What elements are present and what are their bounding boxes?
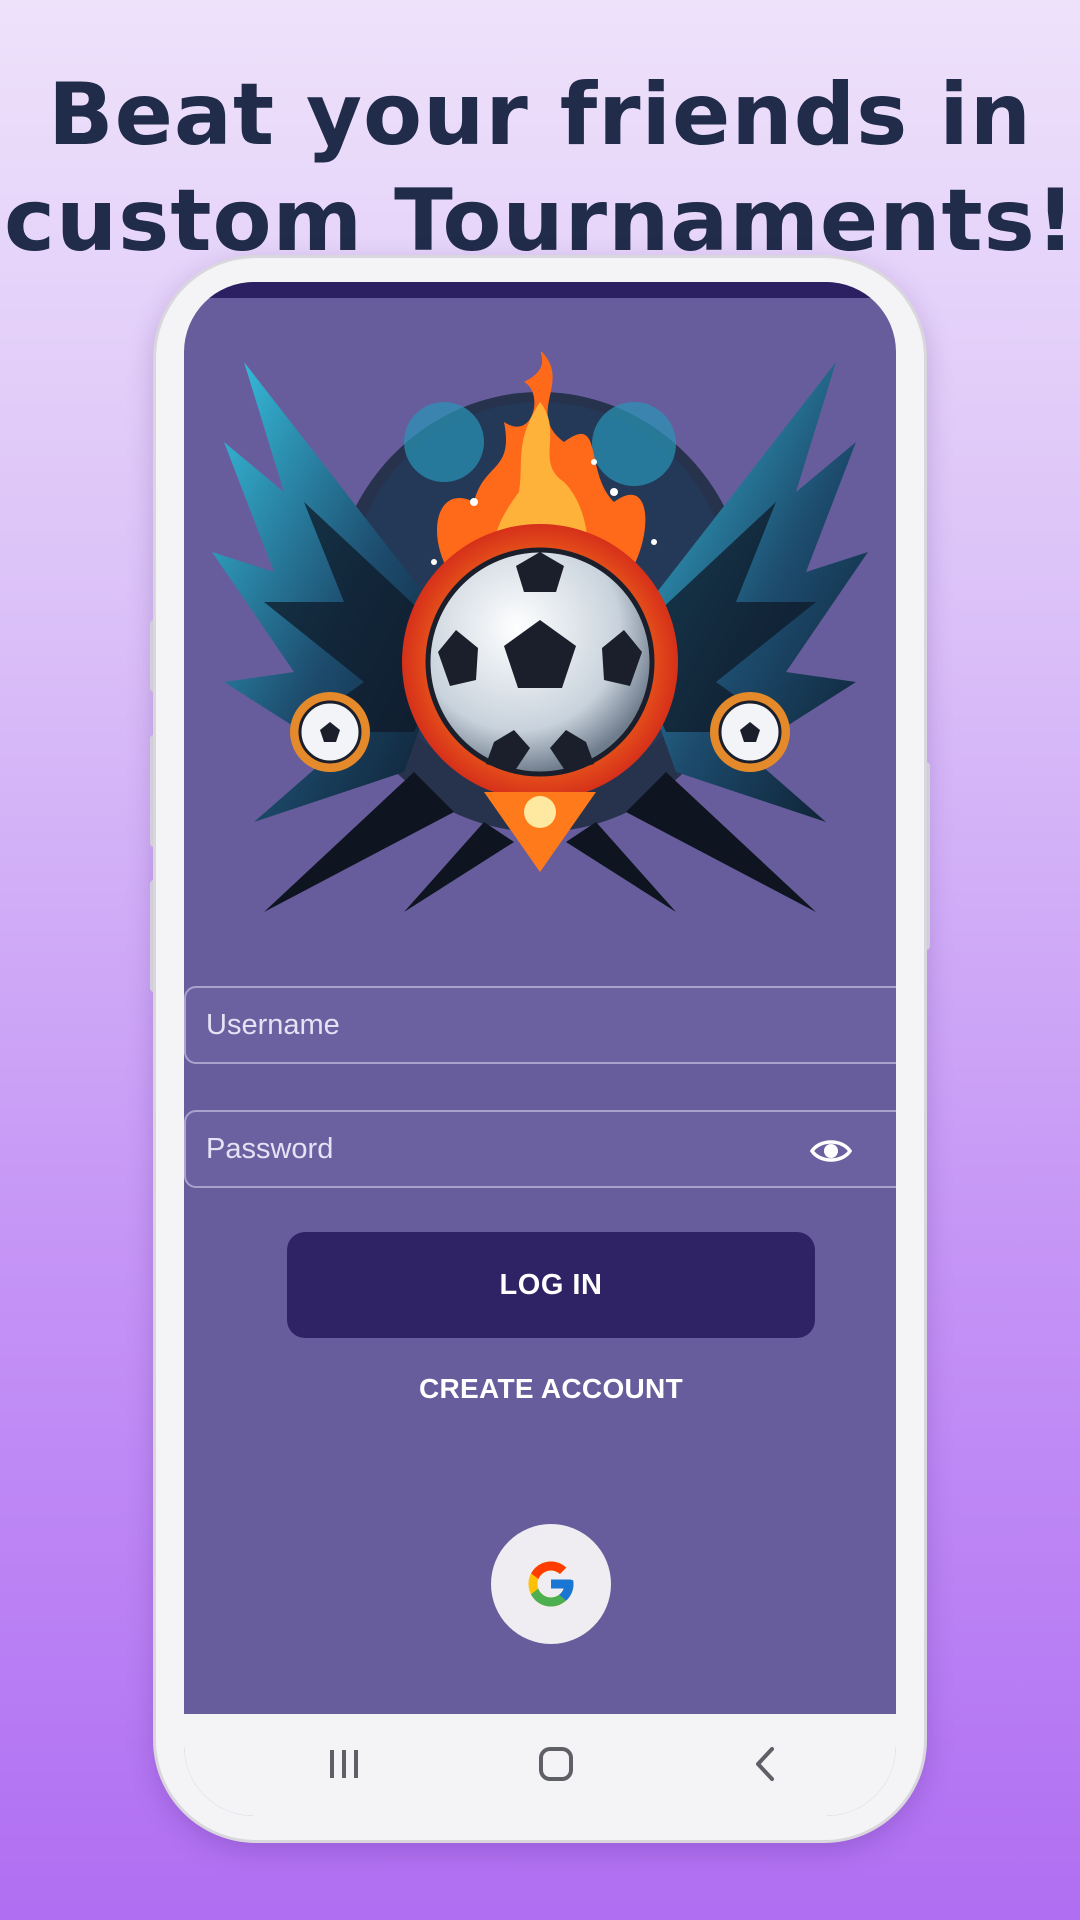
username-input[interactable] xyxy=(186,988,896,1062)
create-account-button[interactable]: CREATE ACCOUNT xyxy=(287,1364,815,1414)
app-logo xyxy=(212,352,868,912)
google-signin-button[interactable] xyxy=(491,1524,611,1644)
recent-apps-icon[interactable] xyxy=(324,1744,364,1784)
login-button[interactable]: LOG IN xyxy=(287,1232,815,1338)
back-icon[interactable] xyxy=(746,1744,786,1784)
navigation-bar xyxy=(184,1714,896,1816)
password-field[interactable] xyxy=(184,1110,896,1188)
small-ball-left-icon xyxy=(290,692,370,772)
show-password-eye-icon[interactable] xyxy=(810,1134,852,1168)
headline-line-1: Beat your friends in xyxy=(48,65,1032,165)
home-icon[interactable] xyxy=(536,1744,576,1784)
password-input[interactable] xyxy=(186,1112,896,1186)
google-g-icon xyxy=(528,1561,574,1607)
status-bar xyxy=(184,282,896,298)
app-screen: LOG IN CREATE ACCOUNT xyxy=(184,282,896,1816)
soccer-ball-icon xyxy=(425,547,655,777)
headline: Beat your friends in custom Tournaments! xyxy=(0,62,1080,274)
username-field[interactable] xyxy=(184,986,896,1064)
small-ball-right-icon xyxy=(710,692,790,772)
